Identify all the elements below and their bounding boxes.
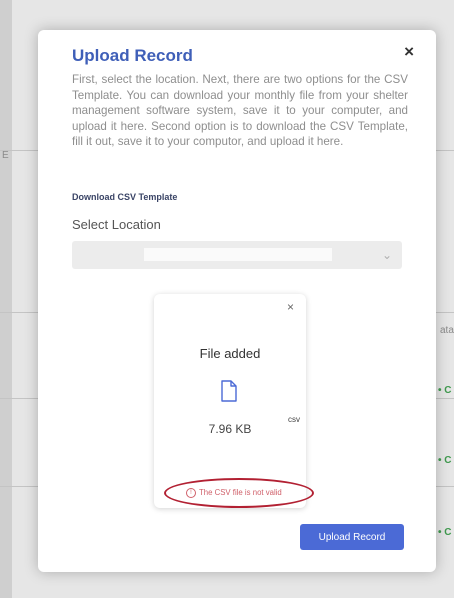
file-preview-card: × File added 7.96 KB <box>154 294 306 508</box>
upload-record-button[interactable]: Upload Record <box>300 524 404 550</box>
modal-title: Upload Record <box>72 46 193 65</box>
file-size: 7.96 KB <box>208 422 252 436</box>
csv-error-text: The CSV file is not valid <box>199 488 282 498</box>
location-select[interactable]: ⌄ <box>72 241 402 269</box>
close-icon[interactable]: × <box>404 42 414 62</box>
upload-record-modal: Upload Record × First, select the locati… <box>38 30 436 572</box>
background-left-strip <box>0 0 12 598</box>
remove-file-icon[interactable]: × <box>287 300 294 314</box>
select-location-label: Select Location <box>72 217 161 232</box>
background-column-header-fragment: ata <box>440 325 454 336</box>
background-row-status: • C <box>438 527 452 538</box>
background-text-fragment: E <box>2 150 9 161</box>
alert-circle-icon: ! <box>186 488 196 498</box>
chevron-down-icon: ⌄ <box>381 248 392 262</box>
modal-description: First, select the location. Next, there … <box>72 73 408 149</box>
file-extension: csv <box>288 415 300 424</box>
background-row-status: • C <box>438 385 452 396</box>
document-icon <box>220 380 238 407</box>
csv-error-message: ! The CSV file is not valid <box>186 488 282 498</box>
background-row-status: • C <box>438 455 452 466</box>
download-csv-template-link[interactable]: Download CSV Template <box>72 192 177 202</box>
file-added-status: File added <box>199 346 261 361</box>
location-select-value <box>144 248 332 261</box>
